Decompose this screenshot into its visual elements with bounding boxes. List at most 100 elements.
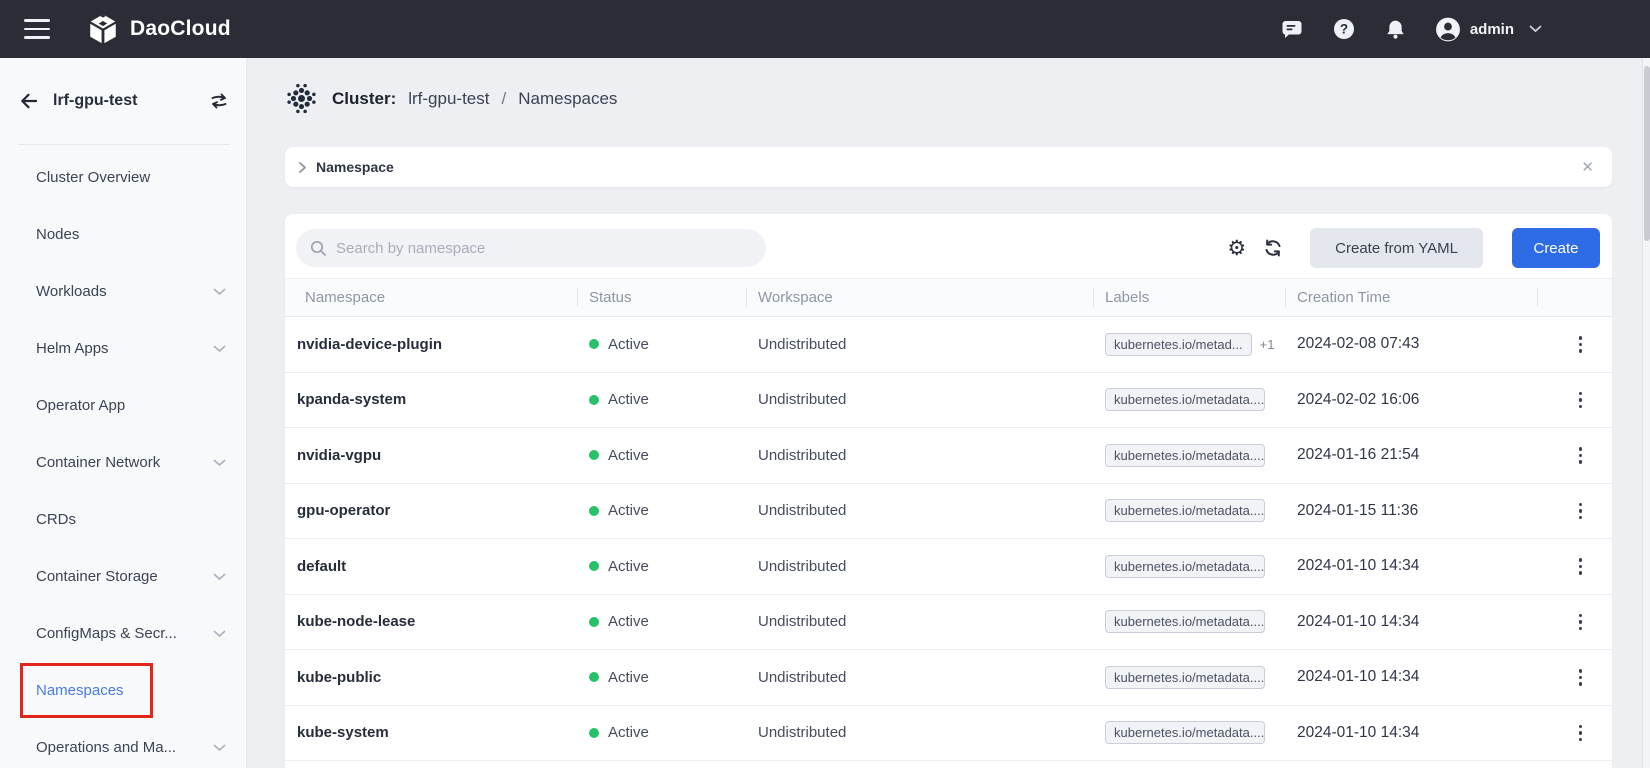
label-chip[interactable]: kubernetes.io/metadata....: [1105, 666, 1265, 689]
sidebar-item[interactable]: CRDs: [0, 491, 246, 548]
status-dot: [589, 395, 599, 405]
sidebar-item[interactable]: Cluster Overview: [0, 149, 246, 206]
namespace-name[interactable]: kpanda-system: [297, 391, 406, 408]
sidebar-item-label: Operator App: [36, 397, 125, 414]
daocloud-cube-icon: [86, 12, 120, 46]
topbar: DaoCloud ?: [0, 0, 1650, 58]
chevron-right-icon: [298, 161, 307, 174]
sidebar-item[interactable]: Operator App: [0, 377, 246, 434]
label-chip[interactable]: kubernetes.io/metadata....: [1105, 555, 1265, 578]
chevron-down-icon: [1529, 25, 1542, 33]
cluster-dots-icon: [285, 82, 318, 115]
label-extra-count[interactable]: +1: [1260, 337, 1275, 352]
sidebar-divider: [18, 144, 230, 145]
namespace-name[interactable]: nvidia-vgpu: [297, 447, 381, 464]
row-actions-kebab-icon[interactable]: [1570, 609, 1592, 636]
switch-cluster-icon[interactable]: [208, 90, 230, 112]
create-from-yaml-button[interactable]: Create from YAML: [1310, 228, 1483, 268]
row-actions-kebab-icon[interactable]: [1570, 498, 1592, 525]
table-row: kube-public Active Undistributed kuberne…: [285, 650, 1612, 706]
settings-gear-icon[interactable]: ⚙: [1227, 238, 1246, 259]
row-actions-kebab-icon[interactable]: [1570, 442, 1592, 469]
creation-time: 2024-01-10 14:34: [1297, 557, 1419, 575]
search-icon: [310, 240, 327, 257]
breadcrumb-separator: /: [501, 89, 506, 109]
workspace-text: Undistributed: [758, 336, 846, 353]
status-text: Active: [608, 502, 649, 519]
status-text: Active: [608, 724, 649, 741]
workspace-text: Undistributed: [758, 447, 846, 464]
column-header-status: Status: [577, 279, 746, 316]
chevron-down-icon: [213, 630, 226, 638]
filter-bar[interactable]: Namespace ✕: [285, 147, 1612, 187]
sidebar-item[interactable]: Namespaces: [0, 662, 246, 719]
namespace-name[interactable]: kube-system: [297, 724, 389, 741]
refresh-icon[interactable]: [1263, 238, 1283, 258]
row-actions-kebab-icon[interactable]: [1570, 387, 1592, 414]
creation-time: 2024-02-02 16:06: [1297, 391, 1419, 409]
row-actions-kebab-icon[interactable]: [1570, 664, 1592, 691]
label-chip[interactable]: kubernetes.io/metadata....: [1105, 499, 1265, 522]
status-dot: [589, 450, 599, 460]
column-header-namespace: Namespace: [285, 279, 577, 316]
user-menu[interactable]: admin: [1435, 16, 1542, 42]
create-button[interactable]: Create: [1512, 228, 1600, 268]
label-chip[interactable]: kubernetes.io/metad...: [1105, 333, 1252, 356]
column-header-labels: Labels: [1093, 279, 1285, 316]
hamburger-menu-icon[interactable]: [24, 19, 50, 39]
creation-time: 2024-02-08 07:43: [1297, 335, 1419, 353]
table-row: kube-system Active Undistributed kuberne…: [285, 706, 1612, 762]
sidebar-item-label: Namespaces: [36, 682, 124, 699]
label-chip[interactable]: kubernetes.io/metadata....: [1105, 388, 1265, 411]
row-actions-kebab-icon[interactable]: [1570, 553, 1592, 580]
row-actions-kebab-icon[interactable]: [1570, 720, 1592, 747]
creation-time: 2024-01-15 11:36: [1297, 502, 1418, 520]
workspace-text: Undistributed: [758, 669, 846, 686]
sidebar-item[interactable]: Container Network: [0, 434, 246, 491]
sidebar-item-label: Workloads: [36, 283, 107, 300]
brand-logo[interactable]: DaoCloud: [86, 12, 231, 46]
status-dot: [589, 728, 599, 738]
namespace-name[interactable]: kube-public: [297, 669, 381, 686]
creation-time: 2024-01-10 14:34: [1297, 724, 1419, 742]
sidebar-item[interactable]: Workloads: [0, 263, 246, 320]
namespace-name[interactable]: default: [297, 558, 346, 575]
label-chip[interactable]: kubernetes.io/metadata....: [1105, 444, 1265, 467]
scrollbar[interactable]: [1642, 58, 1650, 768]
sidebar-nav: Cluster Overview Nodes Workloads Helm Ap…: [0, 149, 246, 768]
table-row: gpu-operator Active Undistributed kubern…: [285, 484, 1612, 540]
chat-icon[interactable]: [1279, 16, 1305, 42]
table-row: nvidia-device-plugin Active Undistribute…: [285, 317, 1612, 373]
sidebar-item-label: Helm Apps: [36, 340, 109, 357]
svg-text:?: ?: [1340, 22, 1348, 37]
status-text: Active: [608, 391, 649, 408]
sidebar-item[interactable]: Operations and Ma...: [0, 719, 246, 768]
chevron-down-icon: [213, 744, 226, 752]
namespace-name[interactable]: nvidia-device-plugin: [297, 336, 442, 353]
close-icon[interactable]: ✕: [1581, 160, 1594, 175]
label-chip[interactable]: kubernetes.io/metadata....: [1105, 610, 1265, 633]
row-actions-kebab-icon[interactable]: [1570, 331, 1592, 358]
status-text: Active: [608, 669, 649, 686]
sidebar-item[interactable]: Helm Apps: [0, 320, 246, 377]
breadcrumb-cluster[interactable]: lrf-gpu-test: [408, 89, 489, 109]
sidebar-item[interactable]: Container Storage: [0, 548, 246, 605]
creation-time: 2024-01-10 14:34: [1297, 613, 1419, 631]
help-icon[interactable]: ?: [1331, 16, 1357, 42]
scrollbar-thumb[interactable]: [1644, 66, 1650, 241]
namespace-name[interactable]: kube-node-lease: [297, 613, 415, 630]
breadcrumb-label: Cluster:: [332, 89, 396, 109]
sidebar-item-label: Container Network: [36, 454, 160, 471]
namespace-name[interactable]: gpu-operator: [297, 502, 390, 519]
workspace-text: Undistributed: [758, 558, 846, 575]
creation-time: 2024-01-16 21:54: [1297, 446, 1419, 464]
notifications-bell-icon[interactable]: [1383, 16, 1409, 42]
sidebar-item[interactable]: ConfigMaps & Secr...: [0, 605, 246, 662]
search-input[interactable]: [336, 240, 752, 257]
sidebar-item[interactable]: Nodes: [0, 206, 246, 263]
search-box[interactable]: [296, 229, 766, 267]
back-button[interactable]: [18, 90, 40, 112]
status-text: Active: [608, 558, 649, 575]
label-chip[interactable]: kubernetes.io/metadata....: [1105, 721, 1265, 744]
sidebar-item-label: Container Storage: [36, 568, 158, 585]
